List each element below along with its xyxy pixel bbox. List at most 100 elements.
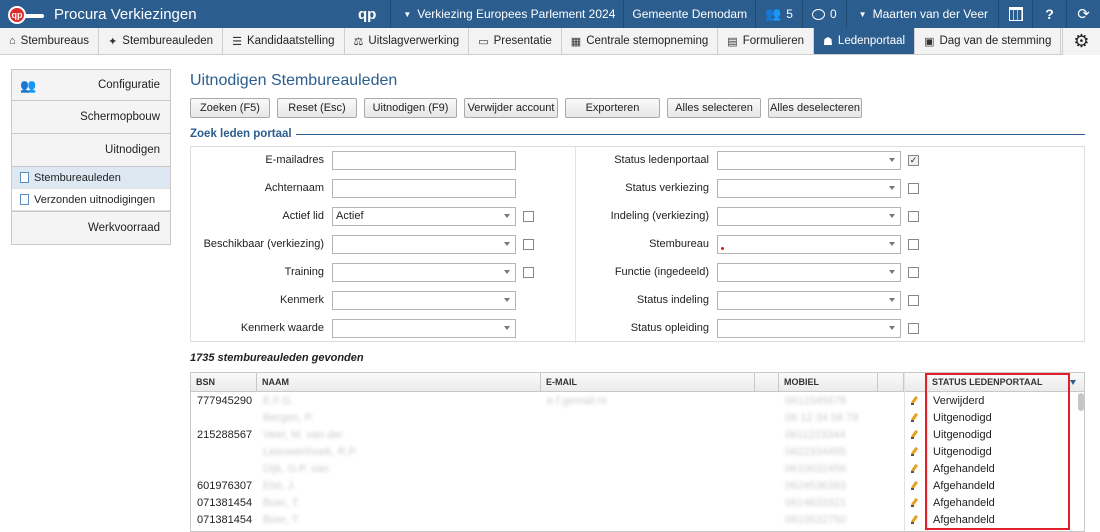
column-header-bsn[interactable]: BSN	[191, 373, 257, 392]
cell-mobiel: 0622334455	[785, 446, 847, 458]
status-verkiezing-select[interactable]	[717, 179, 901, 198]
tab-stembureaus[interactable]: ⌂ Stembureaus	[0, 28, 100, 54]
pencil-icon[interactable]	[910, 413, 918, 422]
election-selector[interactable]: ▼ Verkiezing Europees Parlement 2024	[390, 0, 623, 28]
invite-button[interactable]: Uitnodigen (F9)	[364, 98, 457, 118]
indeling-checkbox[interactable]	[908, 211, 919, 222]
export-button[interactable]: Exporteren	[565, 98, 660, 118]
form-row: Achternaam Status verkiezing	[191, 175, 1086, 203]
cell-naam: Veer, M. van der	[263, 429, 344, 441]
cell-naam: E.F.G.	[263, 395, 294, 407]
cell-mobiel: 0610032456	[785, 463, 847, 475]
functie-select[interactable]	[717, 263, 901, 282]
field-label: Status indeling	[636, 294, 709, 306]
actief-lid-checkbox[interactable]	[523, 211, 534, 222]
field-label: E-mailadres	[265, 154, 324, 166]
kenmerk-select[interactable]	[332, 291, 516, 310]
indeling-select[interactable]	[717, 207, 901, 226]
people-icon: ✦	[108, 35, 118, 48]
chevron-down-icon	[889, 242, 895, 246]
tab-centrale-stemopneming[interactable]: ▦ Centrale stemopneming	[562, 28, 719, 54]
pencil-icon[interactable]	[910, 481, 918, 490]
municipality-label[interactable]: Gemeente Demodam	[623, 0, 755, 28]
field-label: Status verkiezing	[625, 182, 709, 194]
delete-account-button[interactable]: Verwijder account	[464, 98, 558, 118]
pencil-icon[interactable]	[910, 515, 918, 524]
cell-mobiel: 0610532750	[785, 514, 847, 526]
status-verkiezing-checkbox[interactable]	[908, 183, 919, 194]
tab-uitslagverwerking[interactable]: ⚖ Uitslagverwerking	[345, 28, 470, 54]
column-header-mobiel[interactable]: MOBIEL	[779, 373, 878, 392]
document-icon	[20, 194, 29, 205]
cell-bsn	[193, 461, 257, 478]
beschikbaar-checkbox[interactable]	[523, 239, 534, 250]
tab-dag-van-de-stemming[interactable]: ▣ Dag van de stemming	[915, 28, 1062, 54]
stembureau-checkbox[interactable]	[908, 239, 919, 250]
field-label: Functie (ingedeeld)	[614, 266, 709, 278]
top-bar-right: qp ▼ Verkiezing Europees Parlement 2024 …	[349, 0, 1100, 28]
cell-naam: Leeuwenhoek, R.P.	[263, 446, 358, 458]
sidebar-subitem-verzonden[interactable]: Verzonden uitnodigingen	[12, 189, 170, 211]
field-label: Beschikbaar (verkiezing)	[203, 238, 324, 250]
users-button[interactable]: 👥 5	[755, 0, 802, 28]
status-ledenportaal-checkbox[interactable]: ✓	[908, 155, 919, 166]
kenmerk-waarde-select[interactable]	[332, 319, 516, 338]
cell-naam: Dijk, G.P. van	[263, 463, 329, 475]
cell-email	[543, 512, 753, 529]
training-checkbox[interactable]	[523, 267, 534, 278]
functie-checkbox[interactable]	[908, 267, 919, 278]
pencil-icon[interactable]	[910, 464, 918, 473]
reset-button[interactable]: Reset (Esc)	[277, 98, 357, 118]
user-menu[interactable]: ▼ Maarten van der Veer	[845, 0, 998, 28]
calendar-button[interactable]	[998, 0, 1032, 28]
sidebar-item-schermopbouw[interactable]: Schermopbouw	[12, 101, 170, 134]
settings-button[interactable]: ⚙	[1062, 28, 1100, 55]
sidebar-item-configuratie[interactable]: 👥 Configuratie	[12, 70, 170, 101]
pencil-icon[interactable]	[910, 498, 918, 507]
pencil-icon[interactable]	[910, 396, 918, 405]
field-label: Achternaam	[264, 182, 324, 194]
cell-email	[543, 410, 753, 427]
achternaam-input[interactable]	[332, 179, 516, 198]
status-indeling-select[interactable]	[717, 291, 901, 310]
select-all-button[interactable]: Alles selecteren	[667, 98, 761, 118]
tab-ledenportaal[interactable]: ☗ Ledenportaal	[814, 28, 916, 54]
column-header-blank	[755, 373, 779, 392]
status-ledenportaal-select[interactable]	[717, 151, 901, 170]
deselect-all-button[interactable]: Alles deselecteren	[768, 98, 862, 118]
chevron-down-icon	[504, 326, 510, 330]
sidebar-item-uitnodigen[interactable]: Uitnodigen	[12, 134, 170, 167]
help-button[interactable]: ?	[1032, 0, 1066, 28]
cell-bsn: 215288567	[197, 429, 253, 441]
sidebar-item-werkvoorraad[interactable]: Werkvoorraad	[12, 211, 170, 244]
status-opleiding-select[interactable]	[717, 319, 901, 338]
messages-button[interactable]: 0	[801, 0, 846, 28]
cell-mobiel: 0611223344	[785, 429, 846, 441]
pencil-icon[interactable]	[910, 447, 918, 456]
logout-button[interactable]: ⟳	[1066, 0, 1100, 28]
actief-lid-select[interactable]: Actief	[332, 207, 516, 226]
status-indeling-checkbox[interactable]	[908, 295, 919, 306]
tab-kandidaatstelling[interactable]: ☰ Kandidaatstelling	[223, 28, 345, 54]
procura-logo-icon[interactable]: qp	[8, 3, 44, 25]
training-select[interactable]	[332, 263, 516, 282]
search-form: E-mailadres Status ledenportaal ✓ Achter…	[190, 146, 1086, 343]
field-label: Kenmerk waarde	[240, 322, 324, 334]
sidebar-subitem-stembureauleden[interactable]: Stembureauleden	[12, 167, 170, 189]
home-icon: ⌂	[9, 35, 16, 47]
search-button[interactable]: Zoeken (F5)	[190, 98, 270, 118]
tab-formulieren[interactable]: ▤ Formulieren	[718, 28, 815, 54]
email-input[interactable]	[332, 151, 516, 170]
field-label: Status ledenportaal	[614, 154, 709, 166]
column-header-email[interactable]: E-MAIL	[541, 373, 755, 392]
stembureau-select[interactable]	[717, 235, 901, 254]
chevron-down-icon	[889, 158, 895, 162]
sidebar: 👥 Configuratie Schermopbouw Uitnodigen S…	[11, 69, 171, 245]
tab-stembureauleden[interactable]: ✦ Stembureauleden	[99, 28, 224, 54]
status-opleiding-checkbox[interactable]	[908, 323, 919, 334]
pencil-icon[interactable]	[910, 430, 918, 439]
top-bar: qp Procura Verkiezingen qp ▼ Verkiezing …	[0, 0, 1100, 28]
tab-presentatie[interactable]: ▭ Presentatie	[469, 28, 562, 54]
column-header-naam[interactable]: NAAM	[257, 373, 541, 392]
beschikbaar-select[interactable]	[332, 235, 516, 254]
